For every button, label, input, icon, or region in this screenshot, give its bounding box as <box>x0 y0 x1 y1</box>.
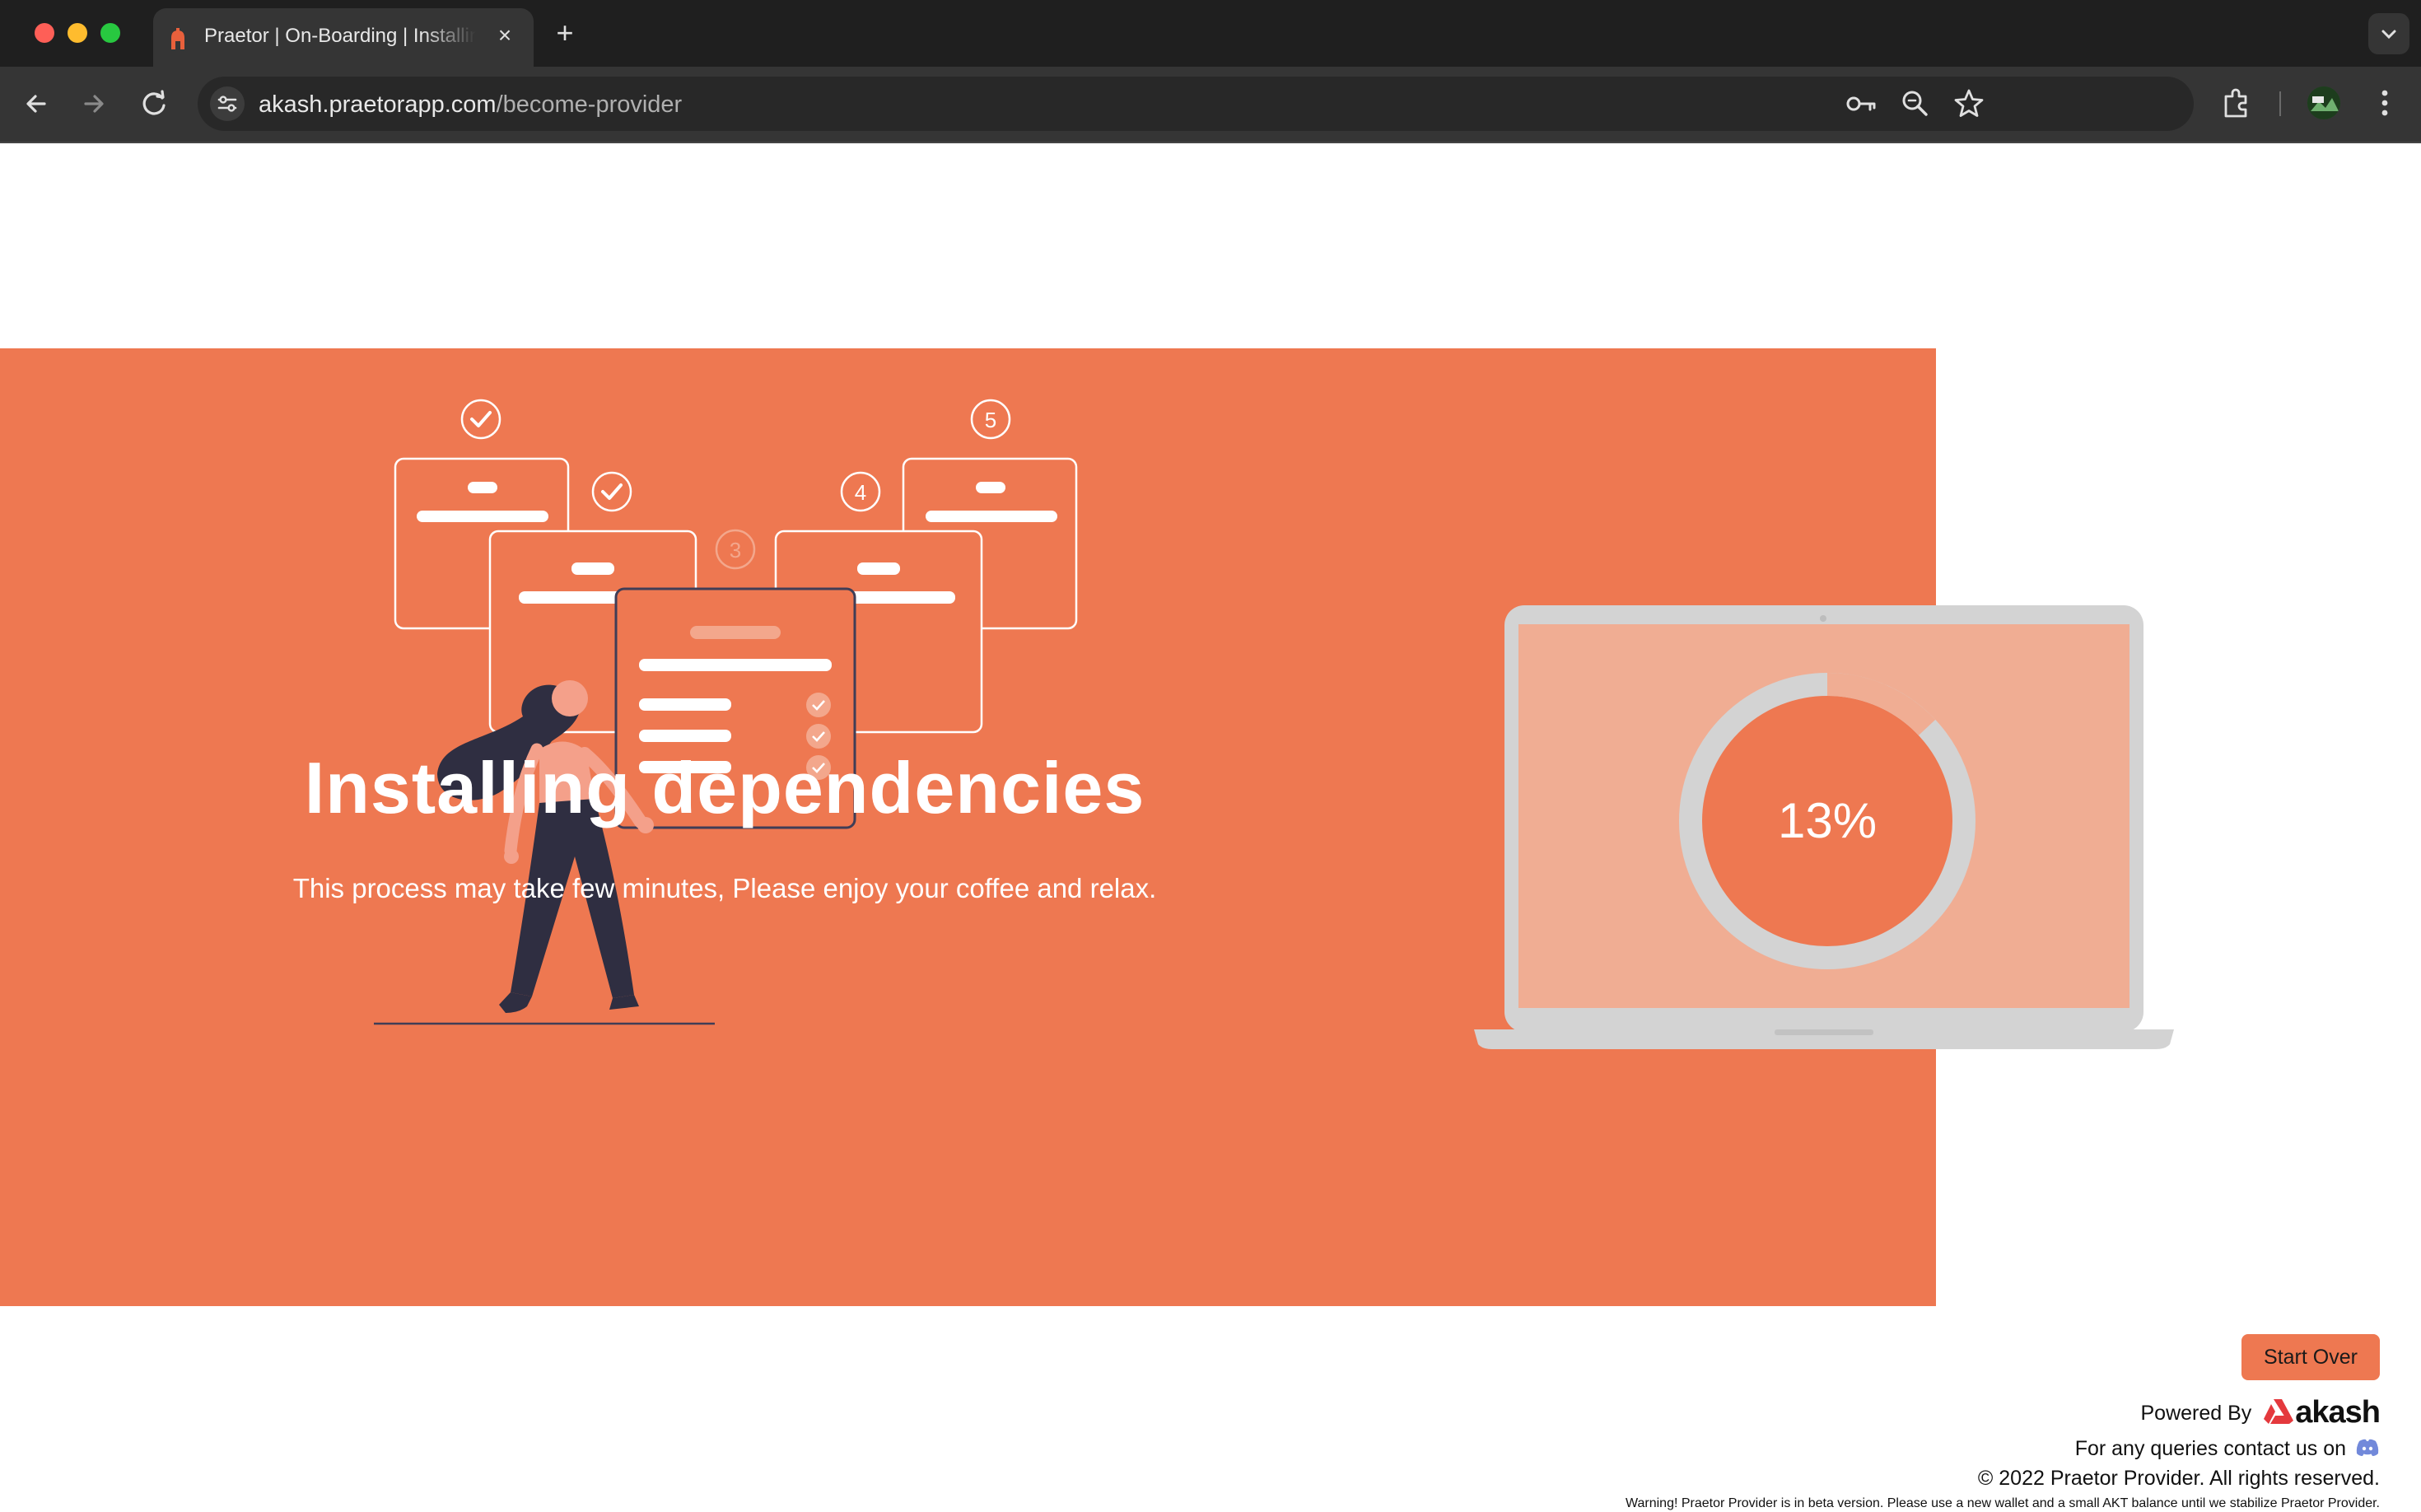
copyright: © 2022 Praetor Provider. All rights rese… <box>1977 1467 2380 1490</box>
toolbar-border <box>0 142 2421 143</box>
step-2-check-icon <box>591 471 632 512</box>
back-icon[interactable] <box>16 84 56 124</box>
beta-warning: Warning! Praetor Provider is in beta ver… <box>1625 1496 2380 1510</box>
browser-toolbar: akash.praetorapp.com/become-provider <box>0 67 2421 142</box>
tab-search-button[interactable] <box>2368 13 2409 54</box>
browser-tab-active[interactable]: Praetor | On-Boarding | Installing Depen… <box>153 8 534 67</box>
site-info-icon[interactable] <box>209 86 245 122</box>
progress-percent: 13% <box>1777 793 1878 848</box>
powered-by-label: Powered By <box>2140 1402 2252 1425</box>
address-bar[interactable]: akash.praetorapp.com/become-provider <box>198 77 2194 131</box>
extensions-icon[interactable] <box>2218 85 2255 121</box>
start-over-button[interactable]: Start Over <box>2241 1334 2380 1380</box>
url-path: /become-provider <box>496 91 683 118</box>
onboarding-steps-illustration: 3 4 5 <box>374 399 1078 1025</box>
kebab-menu-icon[interactable] <box>2368 85 2401 121</box>
step-3-label: 3 <box>730 538 741 562</box>
tab-close-icon[interactable]: × <box>492 23 517 48</box>
step-5-label: 5 <box>985 408 996 432</box>
tab-title: Praetor | On-Boarding | Installing Depen… <box>204 25 476 47</box>
bookmark-star-icon[interactable] <box>1952 86 1986 121</box>
akash-logo-icon[interactable] <box>2262 1398 2295 1426</box>
avatar-image <box>2307 86 2340 119</box>
discord-icon[interactable] <box>2355 1438 2380 1458</box>
url-host: akash.praetorapp.com <box>259 91 497 118</box>
browser-tab-bar: Praetor | On-Boarding | Installing Depen… <box>0 0 2421 67</box>
toolbar-divider <box>2279 91 2281 116</box>
step-1-check-icon <box>460 399 501 440</box>
contact-label: For any queries contact us on <box>2074 1437 2347 1460</box>
step-4-label: 4 <box>855 480 866 505</box>
new-tab-button[interactable]: + <box>550 18 580 48</box>
powered-by: Powered By akash <box>2141 1395 2381 1430</box>
page-title: Installing dependencies <box>304 747 1145 828</box>
contact-line: For any queries contact us on <box>2075 1437 2380 1461</box>
url-text: akash.praetorapp.com/become-provider <box>259 91 682 119</box>
close-window-button[interactable] <box>35 23 54 43</box>
praetor-helmet-icon <box>171 28 184 49</box>
key-icon[interactable] <box>1845 89 1878 119</box>
maximize-window-button[interactable] <box>100 23 120 43</box>
forward-icon[interactable] <box>74 84 114 124</box>
profile-avatar[interactable] <box>2307 86 2340 119</box>
zoom-icon[interactable] <box>1899 87 1932 120</box>
akash-wordmark[interactable]: akash <box>2295 1395 2381 1430</box>
reload-icon[interactable] <box>135 84 175 124</box>
chevron-down-icon <box>2381 30 2396 40</box>
page-subtitle: This process may take few minutes, Pleas… <box>292 873 1157 903</box>
laptop-illustration: 13% <box>1474 604 2174 1052</box>
minimize-window-button[interactable] <box>68 23 87 43</box>
